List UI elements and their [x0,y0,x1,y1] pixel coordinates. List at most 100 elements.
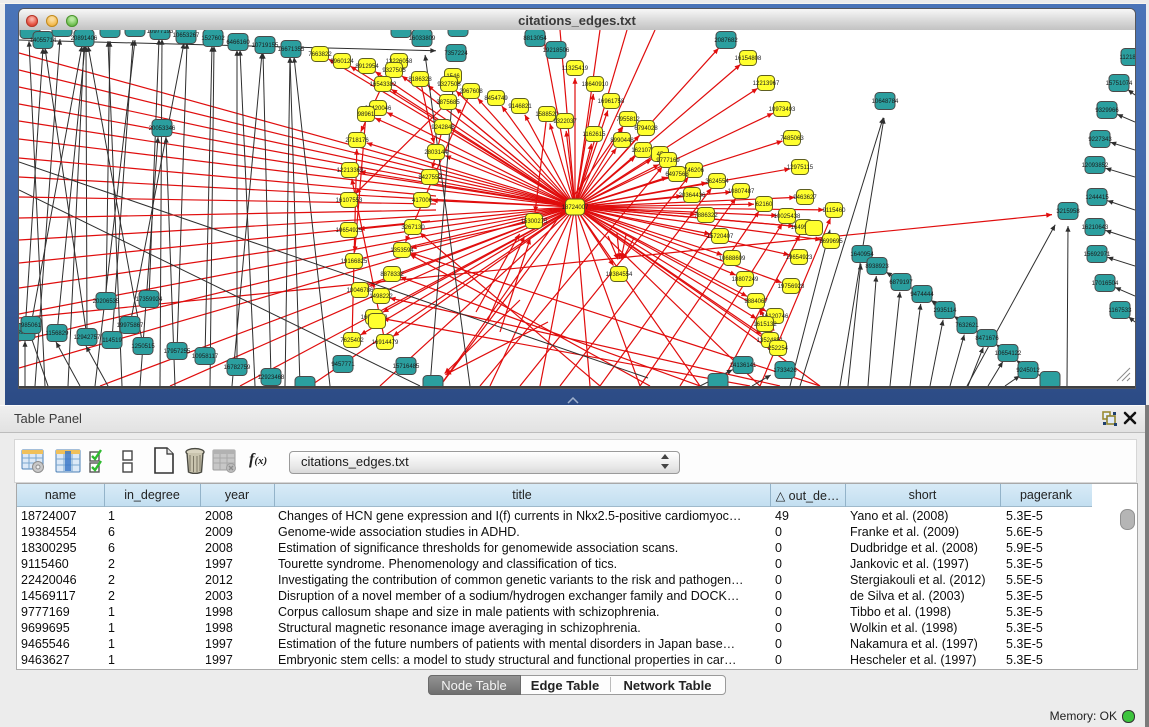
svg-text:20053346: 20053346 [149,126,176,132]
svg-text:19654925: 19654925 [336,228,363,234]
svg-text:16210643: 16210643 [1082,225,1109,231]
svg-text:9327505: 9327505 [382,68,406,74]
svg-text:12093852: 12093852 [1082,163,1109,169]
svg-text:16107553: 16107553 [336,198,363,204]
svg-text:14136141: 14136141 [730,363,757,369]
svg-text:8471676: 8471676 [975,336,999,342]
svg-text:16782759: 16782759 [224,365,251,371]
svg-text:3215958: 3215958 [1056,209,1080,215]
svg-text:15300275: 15300275 [521,219,548,225]
svg-text:9227343: 9227343 [1088,137,1112,143]
svg-text:15716485: 15716485 [393,364,420,370]
svg-text:1156829: 1156829 [46,331,70,337]
svg-text:6699695: 6699695 [819,239,843,245]
svg-text:8990448: 8990448 [610,138,634,144]
svg-text:252254: 252254 [768,346,789,352]
svg-text:7663822: 7663822 [308,52,332,58]
svg-text:19166825: 19166825 [341,259,368,265]
svg-text:17359924: 17359924 [136,297,163,303]
svg-text:9884067: 9884067 [744,299,768,305]
svg-text:9329966: 9329966 [1095,108,1119,114]
svg-text:8938923: 8938923 [865,264,889,270]
svg-text:8960124: 8960124 [330,59,354,65]
svg-text:16543382: 16543382 [370,82,397,88]
svg-text:19975867: 19975867 [117,323,144,329]
svg-text:16961758: 16961758 [598,99,625,105]
svg-text:16154808: 16154808 [735,56,762,62]
svg-text:9115460: 9115460 [823,208,847,214]
svg-text:3875685: 3875685 [436,100,460,106]
svg-text:10977193: 10977193 [147,30,174,35]
svg-text:12213369: 12213369 [337,168,364,174]
svg-text:12975115: 12975115 [787,165,814,171]
svg-text:10688609: 10688609 [719,256,746,262]
svg-text:14055714: 14055714 [30,38,57,44]
svg-text:18640910: 18640910 [582,82,609,88]
svg-text:20891406: 20891406 [71,36,98,42]
svg-text:16033809: 16033809 [409,36,436,42]
svg-text:7485063: 7485063 [780,136,804,142]
svg-text:9327508: 9327508 [437,82,461,88]
svg-text:3624554: 3624554 [705,179,729,185]
svg-text:1162615: 1162615 [583,132,607,138]
svg-text:19654923: 19654923 [786,255,813,261]
svg-text:9322037: 9322037 [553,119,577,125]
svg-text:2087682: 2087682 [714,38,738,44]
svg-text:9474444: 9474444 [910,292,934,298]
svg-text:19218506: 19218506 [543,48,570,54]
svg-text:9457771: 9457771 [331,362,355,368]
svg-text:18807249: 18807249 [732,277,759,283]
svg-text:9242848: 9242848 [431,125,455,131]
svg-text:7955812: 7955812 [616,117,640,123]
svg-text:1121850: 1121850 [1120,55,1135,61]
svg-text:6466160: 6466160 [226,40,250,46]
svg-text:10654122: 10654122 [995,351,1022,357]
svg-text:12923468: 12923468 [258,375,285,381]
svg-text:8912954: 8912954 [355,64,379,70]
svg-text:417006: 417006 [412,198,433,204]
svg-text:10025438: 10025438 [774,214,801,220]
svg-text:11325419: 11325419 [562,66,589,72]
svg-text:1167533: 1167533 [1109,308,1133,314]
svg-text:1353594: 1353594 [390,248,414,254]
svg-text:1498222: 1498222 [369,294,393,300]
svg-text:1250515: 1250515 [131,344,155,350]
svg-text:20364436: 20364436 [679,193,706,199]
svg-text:17016504: 17016504 [1092,281,1119,287]
svg-text:6497568: 6497568 [665,172,689,178]
svg-text:10719155: 10719155 [252,43,279,49]
svg-text:15692971: 15692971 [1084,252,1111,258]
svg-text:1527602: 1527602 [201,36,225,42]
svg-text:17957255: 17957255 [164,349,191,355]
svg-text:6879197: 6879197 [889,280,913,286]
svg-text:114519: 114519 [102,338,122,344]
svg-text:9463627: 9463627 [793,195,817,201]
svg-text:10648784: 10648784 [872,99,899,105]
svg-text:7357224: 7357224 [444,51,468,57]
svg-text:9245012: 9245012 [1016,368,1040,374]
svg-text:8454749: 8454749 [484,96,508,102]
svg-text:9146821: 9146821 [508,104,532,110]
svg-text:2803144: 2803144 [424,150,448,156]
svg-text:1588520: 1588520 [535,112,559,118]
svg-text:12213967: 12213967 [753,81,780,87]
svg-text:12942757: 12942757 [74,335,101,341]
svg-text:15751074: 15751074 [1106,81,1133,87]
svg-text:3267130: 3267130 [401,225,425,231]
svg-text:985061: 985061 [21,323,42,329]
svg-text:2935114: 2935114 [934,308,958,314]
svg-text:8427552: 8427552 [418,175,442,181]
svg-text:98961: 98961 [358,112,375,118]
svg-text:15720407: 15720407 [707,234,734,240]
svg-text:8186328: 8186328 [408,77,432,83]
svg-text:9777169: 9777169 [656,158,680,164]
svg-text:7632621: 7632621 [955,323,979,329]
svg-text:10807487: 10807487 [728,189,755,195]
svg-text:7886322: 7886322 [694,213,718,219]
svg-text:10958117: 10958117 [192,354,219,360]
svg-text:7625402: 7625402 [340,338,364,344]
svg-text:8813054: 8813054 [523,36,547,42]
svg-text:2718176: 2718176 [345,138,369,144]
svg-text:8878332: 8878332 [380,272,404,278]
svg-text:2967608: 2967608 [459,89,483,95]
